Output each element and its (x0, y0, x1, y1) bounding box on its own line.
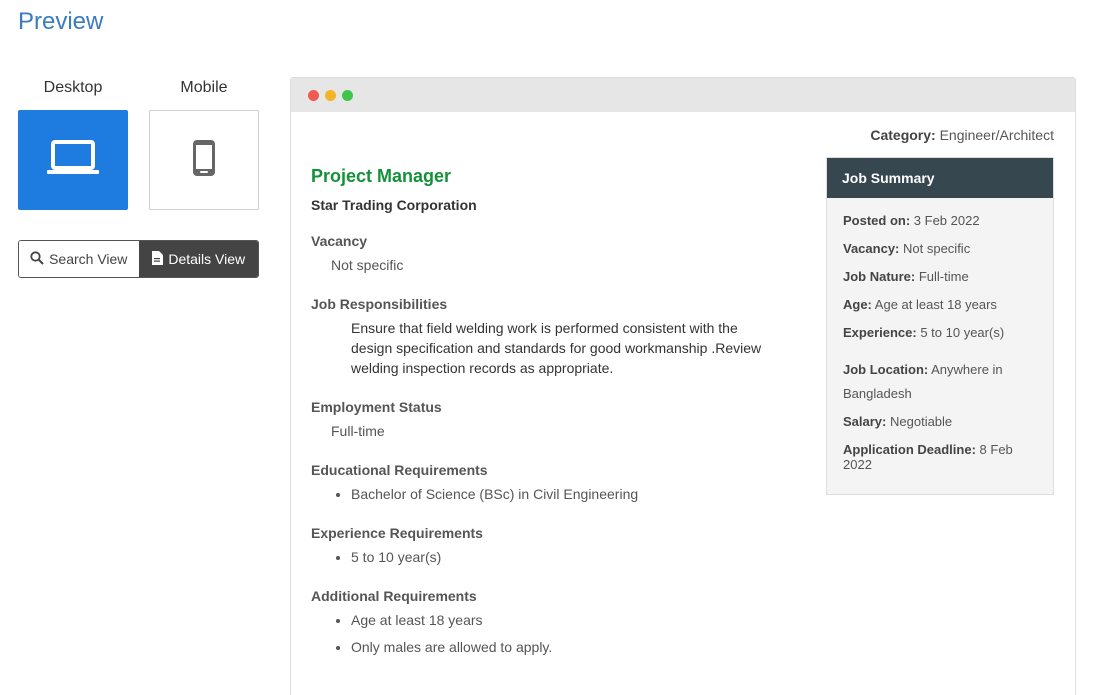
summary-row-salary: Salary: Negotiable (843, 414, 1038, 429)
vacancy-heading: Vacancy (311, 233, 368, 249)
summary-value: Full-time (918, 269, 969, 284)
smartphone-icon (190, 138, 218, 183)
details-view-label: Details View (168, 251, 246, 267)
browser-preview-window: Category: Engineer/Architect Project Man… (290, 77, 1076, 695)
desktop-label: Desktop (43, 79, 103, 96)
view-toggle: Search View Details View (18, 240, 259, 278)
summary-row-posted: Posted on: 3 Feb 2022 (843, 213, 1038, 228)
list-item: Age at least 18 years (351, 612, 791, 628)
document-icon (151, 250, 164, 268)
summary-row-age: Age: Age at least 18 years (843, 297, 1038, 312)
summary-value: 5 to 10 year(s) (920, 325, 1005, 340)
education-heading: Educational Requirements (311, 462, 488, 478)
additional-list: Age at least 18 years Only males are all… (311, 612, 791, 655)
summary-row-deadline: Application Deadline: 8 Feb 2022 (843, 442, 1038, 472)
responsibilities-text: Ensure that field welding work is perfor… (351, 320, 762, 376)
laptop-icon (45, 138, 101, 183)
search-icon (30, 250, 44, 268)
summary-label: Application Deadline: (843, 442, 976, 457)
job-summary-heading: Job Summary (827, 158, 1053, 198)
summary-value: 3 Feb 2022 (913, 213, 980, 228)
education-list: Bachelor of Science (BSc) in Civil Engin… (311, 486, 791, 502)
vacancy-value: Not specific (331, 257, 404, 273)
page-title: Preview (18, 8, 104, 35)
summary-label: Experience: (843, 325, 917, 340)
additional-heading: Additional Requirements (311, 588, 477, 604)
category-label: Category: (870, 127, 936, 143)
summary-row-location: Job Location: Anywhere in Bangladesh (843, 358, 1038, 406)
job-summary-panel: Job Summary Posted on: 3 Feb 2022 Vacanc… (826, 157, 1054, 495)
company-name: Star Trading Corporation (311, 197, 477, 213)
responsibilities-heading: Job Responsibilities (311, 296, 448, 312)
search-view-label: Search View (49, 251, 128, 267)
summary-label: Salary: (843, 414, 887, 429)
job-category: Category: Engineer/Architect (870, 127, 1054, 143)
minimize-window-dot (325, 89, 336, 101)
experience-list: 5 to 10 year(s) (311, 549, 791, 565)
browser-title-bar (291, 78, 1075, 112)
close-window-dot (308, 89, 319, 101)
summary-label: Age: (843, 297, 872, 312)
summary-row-vacancy: Vacancy: Not specific (843, 241, 1038, 256)
summary-label: Job Location: (843, 362, 929, 377)
list-item: Bachelor of Science (BSc) in Civil Engin… (351, 486, 791, 502)
details-view-button[interactable]: Details View (138, 241, 258, 277)
list-item: 5 to 10 year(s) (351, 549, 791, 565)
job-details: Project Manager Star Trading Corporation… (311, 166, 791, 666)
desktop-preview-button[interactable] (18, 110, 128, 210)
mobile-label: Mobile (180, 79, 228, 96)
summary-value: Negotiable (890, 414, 953, 429)
employment-status-value: Full-time (331, 423, 385, 439)
search-view-button[interactable]: Search View (19, 241, 139, 277)
maximize-window-dot (342, 89, 353, 101)
summary-row-job-nature: Job Nature: Full-time (843, 269, 1038, 284)
summary-label: Job Nature: (843, 269, 916, 284)
experience-heading: Experience Requirements (311, 525, 483, 541)
mobile-preview-button[interactable] (149, 110, 259, 210)
employment-status-heading: Employment Status (311, 399, 442, 415)
job-title: Project Manager (311, 166, 452, 186)
list-item: Only males are allowed to apply. (351, 639, 791, 655)
summary-value: Age at least 18 years (874, 297, 997, 312)
summary-label: Posted on: (843, 213, 911, 228)
summary-row-experience: Experience: 5 to 10 year(s) (843, 325, 1038, 340)
summary-value: Not specific (903, 241, 971, 256)
category-value: Engineer/Architect (939, 127, 1054, 143)
summary-label: Vacancy: (843, 241, 900, 256)
job-summary-body: Posted on: 3 Feb 2022 Vacancy: Not speci… (827, 198, 1053, 494)
